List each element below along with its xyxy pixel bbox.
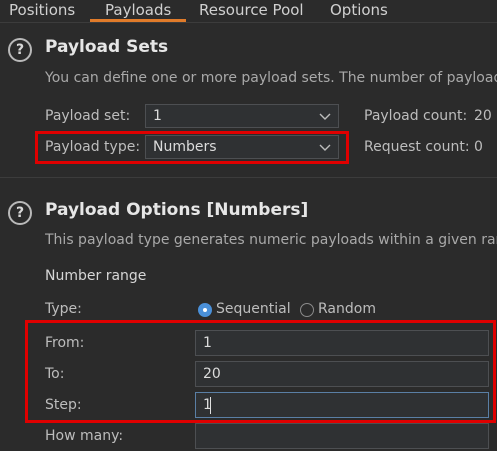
to-label: To: — [45, 366, 65, 382]
tab-options[interactable]: Options — [330, 0, 388, 22]
text-cursor — [210, 397, 211, 414]
from-value: 1 — [203, 335, 212, 351]
step-label: Step: — [45, 397, 82, 413]
random-label[interactable]: Random — [318, 301, 376, 317]
payload-type-dropdown[interactable]: Numbers — [145, 135, 339, 159]
chevron-down-icon — [319, 144, 331, 151]
payload-options-description: This payload type generates numeric payl… — [45, 232, 497, 248]
payload-set-label: Payload set: — [45, 108, 131, 124]
help-icon[interactable]: ? — [8, 201, 32, 225]
help-icon[interactable]: ? — [8, 38, 32, 62]
tab-positions[interactable]: Positions — [9, 0, 75, 22]
chevron-down-icon — [319, 113, 331, 120]
to-value: 20 — [203, 366, 221, 382]
random-radio[interactable] — [300, 303, 314, 317]
how-many-input[interactable] — [195, 423, 489, 449]
payload-type-label: Payload type: — [45, 139, 141, 155]
sequential-label[interactable]: Sequential — [216, 301, 291, 317]
payload-count-label: Payload count: — [364, 108, 468, 124]
section-divider — [0, 177, 497, 178]
payload-set-dropdown[interactable]: 1 — [145, 104, 339, 128]
how-many-label: How many: — [45, 428, 124, 444]
type-label: Type: — [45, 301, 82, 317]
request-count-label: Request count: — [364, 139, 470, 155]
tab-resource-pool[interactable]: Resource Pool — [199, 0, 304, 22]
from-input[interactable]: 1 — [195, 330, 489, 356]
request-count-value: 0 — [474, 139, 483, 155]
sequential-radio[interactable] — [198, 303, 212, 317]
tab-bar: Positions Payloads Resource Pool Options — [0, 0, 497, 23]
number-range-label: Number range — [45, 268, 147, 284]
active-tab-indicator — [90, 19, 186, 22]
to-input[interactable]: 20 — [195, 361, 489, 387]
payload-options-title: Payload Options [Numbers] — [45, 200, 309, 220]
step-input[interactable]: 1 — [195, 392, 489, 418]
payload-type-value: Numbers — [153, 139, 217, 155]
payload-sets-description: You can define one or more payload sets.… — [45, 70, 497, 86]
payload-sets-title: Payload Sets — [45, 37, 169, 57]
payload-set-value: 1 — [153, 108, 162, 124]
payload-count-value: 20 — [474, 108, 492, 124]
from-label: From: — [45, 335, 85, 351]
